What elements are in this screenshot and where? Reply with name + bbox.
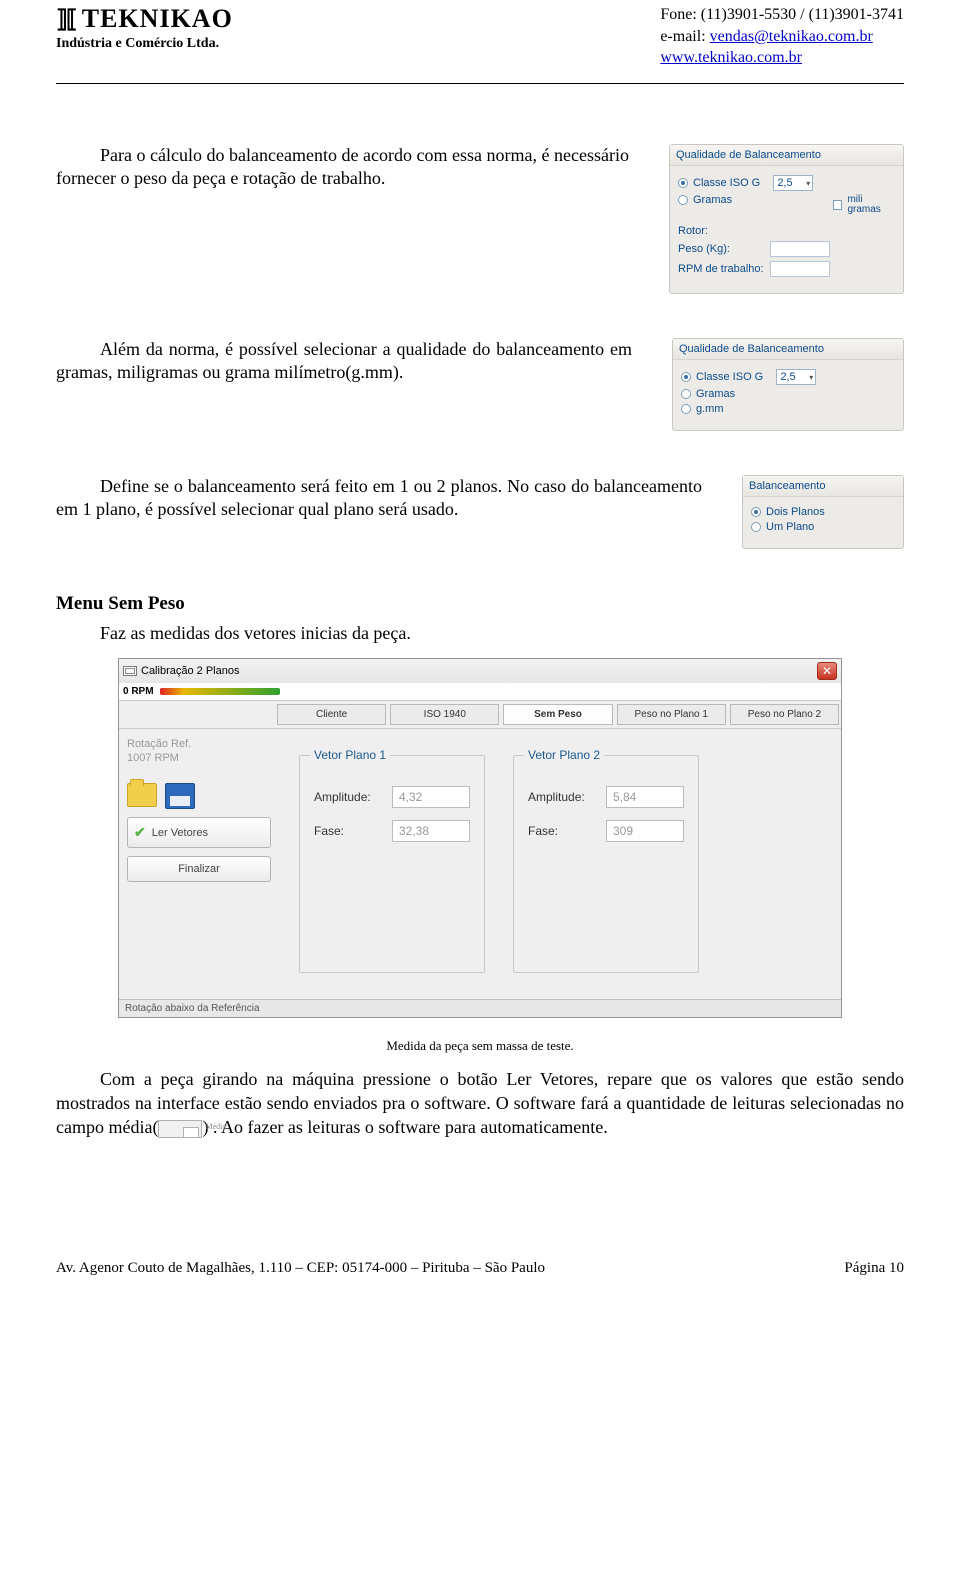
footer: Av. Agenor Couto de Magalhães, 1.110 – C… [56, 1260, 904, 1277]
app-main: Vetor Plano 1 Amplitude:4,32 Fase:32,38 … [279, 729, 841, 999]
ler-vetores-button[interactable]: ✔Ler Vetores [127, 817, 271, 848]
app-titlebar: Calibração 2 Planos ✕ [119, 659, 841, 683]
panel-qualidade-2: Qualidade de Balanceamento Classe ISO G … [672, 338, 904, 431]
peso-input[interactable] [770, 241, 830, 257]
panel-qualidade-1: Qualidade de Balanceamento Classe ISO G … [669, 144, 904, 294]
radio-gramas-2-label: Gramas [696, 388, 735, 400]
rpm-value: 0 RPM [123, 686, 154, 697]
panel-title: Qualidade de Balanceamento [670, 145, 903, 166]
app-sidebar: Rotação Ref. 1007 RPM ✔Ler Vetores Final… [119, 729, 279, 999]
rotacao-ref-label: Rotação Ref. [127, 737, 271, 751]
v2-amp-input[interactable]: 5,84 [606, 786, 684, 808]
app-icon [123, 666, 137, 676]
vetor-1-legend: Vetor Plano 1 [310, 748, 390, 762]
radio-classe-iso[interactable] [678, 178, 688, 188]
section-2: Além da norma, é possível selecionar a q… [56, 338, 904, 431]
body-paragraph: Com a peça girando na máquina pressione … [56, 1068, 904, 1140]
v2-fase-label: Fase: [528, 824, 596, 838]
v1-fase-input[interactable]: 32,38 [392, 820, 470, 842]
figure-caption: Medida da peça sem massa de teste. [56, 1038, 904, 1054]
radio-um-plano-label: Um Plano [766, 521, 814, 533]
section-3: Define se o balanceamento será feito em … [56, 475, 904, 549]
radio-gmm-label: g.mm [696, 403, 724, 415]
open-folder-icon[interactable] [127, 783, 157, 807]
rpm-label: RPM de trabalho: [678, 263, 764, 275]
menu-heading: Menu Sem Peso [56, 593, 904, 615]
radio-gramas-label: Gramas [693, 194, 732, 206]
close-button[interactable]: ✕ [817, 662, 837, 680]
section-3-text: Define se o balanceamento será feito em … [56, 475, 702, 522]
tab-peso-plano-1[interactable]: Peso no Plano 1 [617, 704, 726, 725]
app-title: Calibração 2 Planos [141, 665, 239, 677]
radio-classe-iso-2[interactable] [681, 372, 691, 382]
radio-dois-planos[interactable] [751, 507, 761, 517]
email-label: e-mail: [660, 28, 709, 45]
check-icon: ✔ [134, 824, 146, 841]
tab-sem-peso[interactable]: Sem Peso [503, 704, 612, 725]
rotacao-ref-value: 1007 RPM [127, 751, 271, 765]
page-number: Página 10 [844, 1260, 904, 1277]
app-window: Calibração 2 Planos ✕ 0 RPM Cliente ISO … [118, 658, 842, 1018]
logo-block: ⟧⟦ TEKNIKAO Indústria e Comércio Ltda. [56, 4, 233, 52]
body-para-b: ) . Ao fazer as leituras o software para… [202, 1117, 607, 1137]
header-separator [56, 83, 904, 84]
rpm-input[interactable] [770, 261, 830, 277]
tabstrip: Cliente ISO 1940 Sem Peso Peso no Plano … [119, 700, 841, 729]
rpm-bar-icon [160, 688, 280, 695]
company-subtitle: Indústria e Comércio Ltda. [56, 36, 233, 52]
checkbox-miligramas-label: mili gramas [847, 195, 895, 216]
panel-title-3: Balanceamento [743, 476, 903, 497]
email-link[interactable]: vendas@teknikao.com.br [710, 28, 873, 45]
footer-address: Av. Agenor Couto de Magalhães, 1.110 – C… [56, 1260, 545, 1277]
company-name: TEKNIKAO [82, 4, 233, 34]
panel-balanceamento: Balanceamento Dois Planos Um Plano [742, 475, 904, 549]
site-link[interactable]: www.teknikao.com.br [660, 49, 802, 66]
vetor-2-legend: Vetor Plano 2 [524, 748, 604, 762]
save-floppy-icon[interactable] [165, 783, 195, 809]
v1-amp-label: Amplitude: [314, 790, 382, 804]
logo-icon: ⟧⟦ [56, 5, 76, 34]
contact-block: Fone: (11)3901-5530 / (11)3901-3741 e-ma… [660, 4, 904, 69]
radio-dois-planos-label: Dois Planos [766, 506, 825, 518]
section-1: Para o cálculo do balanceamento de acord… [56, 144, 904, 294]
radio-classe-iso-2-label: Classe ISO G [696, 371, 763, 383]
section-2-text: Além da norma, é possível selecionar a q… [56, 338, 632, 385]
section-1-text: Para o cálculo do balanceamento de acord… [56, 144, 629, 191]
v2-fase-input[interactable]: 309 [606, 820, 684, 842]
rpm-strip: 0 RPM [119, 683, 841, 700]
radio-classe-iso-label: Classe ISO G [693, 177, 760, 189]
peso-label: Peso (Kg): [678, 243, 764, 255]
v1-fase-label: Fase: [314, 824, 382, 838]
radio-gmm[interactable] [681, 404, 691, 414]
checkbox-miligramas[interactable] [833, 200, 842, 210]
header: ⟧⟦ TEKNIKAO Indústria e Comércio Ltda. F… [56, 0, 904, 69]
app-body: Rotação Ref. 1007 RPM ✔Ler Vetores Final… [119, 729, 841, 999]
radio-gramas[interactable] [678, 195, 688, 205]
finalizar-button[interactable]: Finalizar [127, 856, 271, 882]
phone-line: Fone: (11)3901-5530 / (11)3901-3741 [660, 4, 904, 26]
radio-um-plano[interactable] [751, 522, 761, 532]
vetor-plano-2-group: Vetor Plano 2 Amplitude:5,84 Fase:309 [513, 755, 699, 973]
statusbar: Rotação abaixo da Referência [119, 999, 841, 1017]
select-iso-value[interactable]: 2,5▾ [773, 175, 813, 191]
tab-iso1940[interactable]: ISO 1940 [390, 704, 499, 725]
vetor-plano-1-group: Vetor Plano 1 Amplitude:4,32 Fase:32,38 [299, 755, 485, 973]
tab-cliente[interactable]: Cliente [277, 704, 386, 725]
rotor-label: Rotor: [678, 225, 895, 237]
v1-amp-input[interactable]: 4,32 [392, 786, 470, 808]
panel-title-2: Qualidade de Balanceamento [673, 339, 903, 360]
menu-line: Faz as medidas dos vetores inicias da pe… [56, 623, 904, 644]
radio-gramas-2[interactable] [681, 389, 691, 399]
media-field-icon [158, 1120, 202, 1138]
v2-amp-label: Amplitude: [528, 790, 596, 804]
select-iso-value-2[interactable]: 2,5▾ [776, 369, 816, 385]
tab-peso-plano-2[interactable]: Peso no Plano 2 [730, 704, 839, 725]
